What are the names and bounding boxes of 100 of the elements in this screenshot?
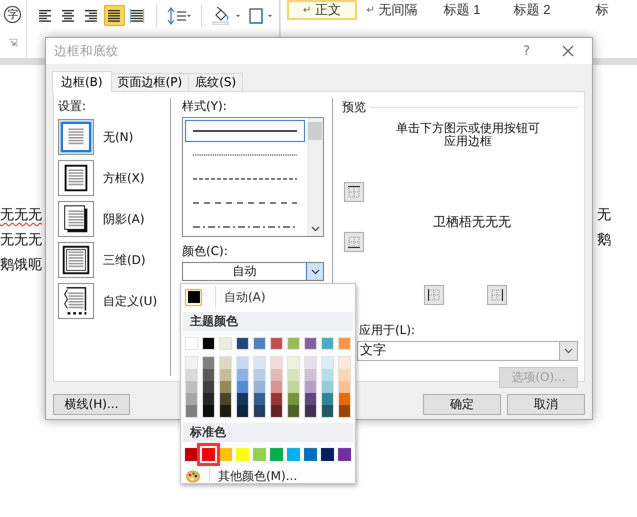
color-swatch[interactable] xyxy=(203,405,214,417)
bottom-border-button[interactable] xyxy=(344,232,364,252)
color-swatch[interactable] xyxy=(203,393,214,405)
color-swatch[interactable] xyxy=(321,448,334,461)
color-swatch[interactable] xyxy=(237,369,248,381)
border-setting-button[interactable] xyxy=(58,201,94,237)
line-spacing-icon[interactable] xyxy=(166,6,191,24)
color-swatch[interactable] xyxy=(322,405,333,417)
color-dropdown[interactable]: 自动 xyxy=(182,262,324,281)
color-swatch[interactable] xyxy=(186,357,197,369)
setting-label[interactable]: 三维(D) xyxy=(103,252,146,268)
tab[interactable]: 边框(B) xyxy=(52,71,112,92)
tab[interactable]: 底纹(S) xyxy=(188,73,244,91)
color-swatch[interactable] xyxy=(254,369,265,381)
color-swatch[interactable] xyxy=(288,393,299,405)
color-swatch[interactable] xyxy=(322,357,333,369)
color-swatch[interactable] xyxy=(288,381,299,393)
color-swatch[interactable] xyxy=(237,357,248,369)
color-swatch[interactable] xyxy=(254,357,265,369)
color-swatch[interactable] xyxy=(288,369,299,381)
color-swatch[interactable] xyxy=(322,393,333,405)
color-swatch[interactable] xyxy=(254,393,265,405)
color-swatch[interactable] xyxy=(270,448,283,461)
color-swatch[interactable] xyxy=(305,405,316,417)
color-swatch[interactable] xyxy=(271,357,282,369)
color-swatch[interactable] xyxy=(271,381,282,393)
setting-label[interactable]: 自定义(U) xyxy=(103,292,158,310)
color-swatch[interactable] xyxy=(203,369,214,381)
color-swatch[interactable] xyxy=(220,357,231,369)
border-setting-button[interactable] xyxy=(58,283,94,319)
color-swatch[interactable] xyxy=(271,369,282,381)
color-swatch[interactable] xyxy=(254,405,265,417)
align-right-icon[interactable] xyxy=(84,8,98,22)
cancel-button[interactable]: 取消 xyxy=(507,394,585,415)
align-justify-icon[interactable] xyxy=(107,8,122,22)
color-swatch[interactable] xyxy=(185,448,198,461)
color-swatch[interactable] xyxy=(186,369,197,381)
color-swatch[interactable] xyxy=(197,443,220,466)
color-swatch[interactable] xyxy=(305,357,316,369)
horizontal-line-button[interactable]: 横线(H)... xyxy=(53,394,130,415)
close-button[interactable] xyxy=(562,45,574,57)
scrollbar-thumb[interactable] xyxy=(308,122,322,140)
color-swatch[interactable] xyxy=(203,357,214,369)
color-swatch[interactable] xyxy=(287,448,300,461)
color-swatch[interactable] xyxy=(237,393,248,405)
color-swatch[interactable] xyxy=(220,393,231,405)
color-swatch[interactable] xyxy=(322,381,333,393)
color-swatch[interactable] xyxy=(237,381,248,393)
scrollbar[interactable] xyxy=(307,118,323,236)
left-border-button[interactable] xyxy=(424,285,444,305)
color-swatch[interactable] xyxy=(305,393,316,405)
color-swatch[interactable] xyxy=(288,357,299,369)
ok-button[interactable]: 确定 xyxy=(423,394,501,415)
color-swatch[interactable] xyxy=(186,381,197,393)
color-swatch[interactable] xyxy=(220,369,231,381)
border-setting-button[interactable] xyxy=(58,242,94,278)
color-swatch[interactable] xyxy=(338,448,351,461)
color-swatch[interactable] xyxy=(220,381,231,393)
color-swatch[interactable] xyxy=(339,405,350,417)
color-swatch[interactable] xyxy=(186,393,197,405)
color-swatch[interactable] xyxy=(237,405,248,417)
apply-to-select[interactable]: 文字 xyxy=(357,341,578,361)
color-swatch[interactable] xyxy=(253,448,266,461)
color-swatch[interactable] xyxy=(203,381,214,393)
color-swatch[interactable] xyxy=(186,405,197,417)
color-swatch[interactable] xyxy=(339,369,350,381)
top-border-button[interactable] xyxy=(344,182,364,202)
align-center-icon[interactable] xyxy=(61,8,76,22)
chevron-down-icon[interactable] xyxy=(310,226,320,232)
color-swatch[interactable] xyxy=(220,405,231,417)
color-swatch[interactable] xyxy=(339,393,350,405)
more-colors-option[interactable]: 其他颜色(M)... xyxy=(209,467,298,485)
align-left-icon[interactable] xyxy=(38,8,52,22)
borders-icon[interactable] xyxy=(248,6,274,24)
color-swatch[interactable] xyxy=(305,381,316,393)
color-swatch[interactable] xyxy=(339,357,350,369)
align-distributed-icon[interactable] xyxy=(130,8,144,22)
setting-label[interactable]: 无(N) xyxy=(103,128,134,146)
setting-label[interactable]: 方框(X) xyxy=(103,170,145,186)
color-swatch[interactable] xyxy=(288,405,299,417)
align-justify-button[interactable] xyxy=(104,5,125,26)
color-swatch[interactable] xyxy=(305,369,316,381)
automatic-color-option[interactable]: 自动(A) xyxy=(215,286,266,308)
color-swatch[interactable] xyxy=(254,381,265,393)
color-swatch[interactable] xyxy=(271,405,282,417)
color-swatch[interactable] xyxy=(322,369,333,381)
color-swatch[interactable] xyxy=(339,381,350,393)
line-style-option[interactable] xyxy=(185,120,305,142)
right-border-button[interactable] xyxy=(487,285,507,305)
color-swatch[interactable] xyxy=(271,393,282,405)
style-gallery-item[interactable]: ↵ 正文 xyxy=(287,0,357,20)
help-button[interactable]: ? xyxy=(523,44,530,58)
setting-label[interactable]: 阴影(A) xyxy=(103,210,145,228)
border-setting-button[interactable] xyxy=(58,160,94,196)
color-swatch[interactable] xyxy=(304,448,317,461)
dialog-launcher-icon[interactable] xyxy=(8,39,17,47)
phonetic-guide-button[interactable]: 字 xyxy=(4,6,22,23)
automatic-color-swatch[interactable] xyxy=(185,288,202,306)
shading-bucket-icon[interactable] xyxy=(212,6,242,24)
tab[interactable]: 页面边框(P) xyxy=(110,73,190,91)
